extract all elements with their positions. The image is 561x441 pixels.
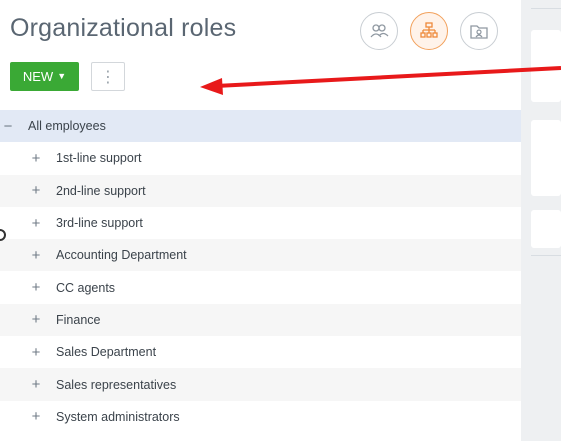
org-structure-icon — [420, 22, 438, 38]
tree-row[interactable]: + System administrators — [0, 401, 521, 433]
page-title: Organizational roles — [10, 14, 237, 42]
expand-icon[interactable]: + — [28, 279, 44, 296]
tree-row[interactable]: + 3rd-line support — [0, 207, 521, 239]
tree-row[interactable]: + CC agents — [0, 271, 521, 303]
new-button-label: NEW — [22, 69, 54, 84]
panel-divider — [531, 8, 561, 9]
tree-row[interactable]: + Finance — [0, 303, 521, 337]
tree-row[interactable]: + Sales representatives — [0, 368, 521, 401]
tree-row-label: Sales Department — [56, 345, 157, 360]
folder-user-icon — [470, 25, 488, 39]
tree-row-label: 3rd-line support — [56, 216, 143, 231]
expand-icon[interactable]: + — [28, 408, 44, 425]
tree-row[interactable]: + Accounting Department — [0, 239, 521, 272]
more-actions-button[interactable]: ⋮ — [91, 62, 125, 91]
tree-row-label: Sales representatives — [56, 377, 177, 392]
tree-row-label: Accounting Department — [56, 248, 187, 263]
tree-row-all-employees[interactable]: − All employees — [0, 110, 521, 143]
tree-row[interactable]: + 1st-line support — [0, 142, 521, 174]
expand-icon[interactable]: + — [28, 182, 44, 199]
expand-icon[interactable]: + — [28, 150, 44, 167]
panel-card — [531, 120, 561, 196]
collapse-icon[interactable]: − — [0, 118, 16, 135]
chevron-down-icon: ▼ — [57, 71, 67, 81]
roles-tree: − All employees + 1st-line support + 2nd… — [0, 110, 521, 433]
expand-icon[interactable]: + — [28, 311, 44, 328]
tree-row-label: Finance — [56, 312, 101, 327]
panel-card — [531, 30, 561, 102]
expand-icon[interactable]: + — [28, 376, 44, 393]
tree-row[interactable]: + Sales Department — [0, 336, 521, 368]
tree-row-label: 1st-line support — [56, 151, 142, 166]
org-structure-view-button[interactable] — [410, 12, 448, 50]
new-button[interactable]: NEW ▼ — [10, 62, 79, 91]
right-side-panel — [521, 0, 561, 441]
tree-row-label: 2nd-line support — [56, 183, 146, 198]
roles-panel: Organizational roles NEW ▼ ⋮ − All emplo… — [0, 0, 521, 441]
people-icon — [370, 24, 389, 38]
tree-row-label: CC agents — [56, 280, 116, 295]
people-view-button[interactable] — [360, 12, 398, 50]
tree-row[interactable]: + 2nd-line support — [0, 174, 521, 207]
folder-user-view-button[interactable] — [460, 12, 498, 50]
panel-divider — [531, 255, 561, 256]
panel-card — [531, 210, 561, 248]
tree-row-label: System administrators — [56, 409, 180, 424]
expand-icon[interactable]: + — [28, 247, 44, 264]
expand-icon[interactable]: + — [28, 215, 44, 232]
tree-row-label: All employees — [28, 119, 106, 134]
expand-icon[interactable]: + — [28, 344, 44, 361]
